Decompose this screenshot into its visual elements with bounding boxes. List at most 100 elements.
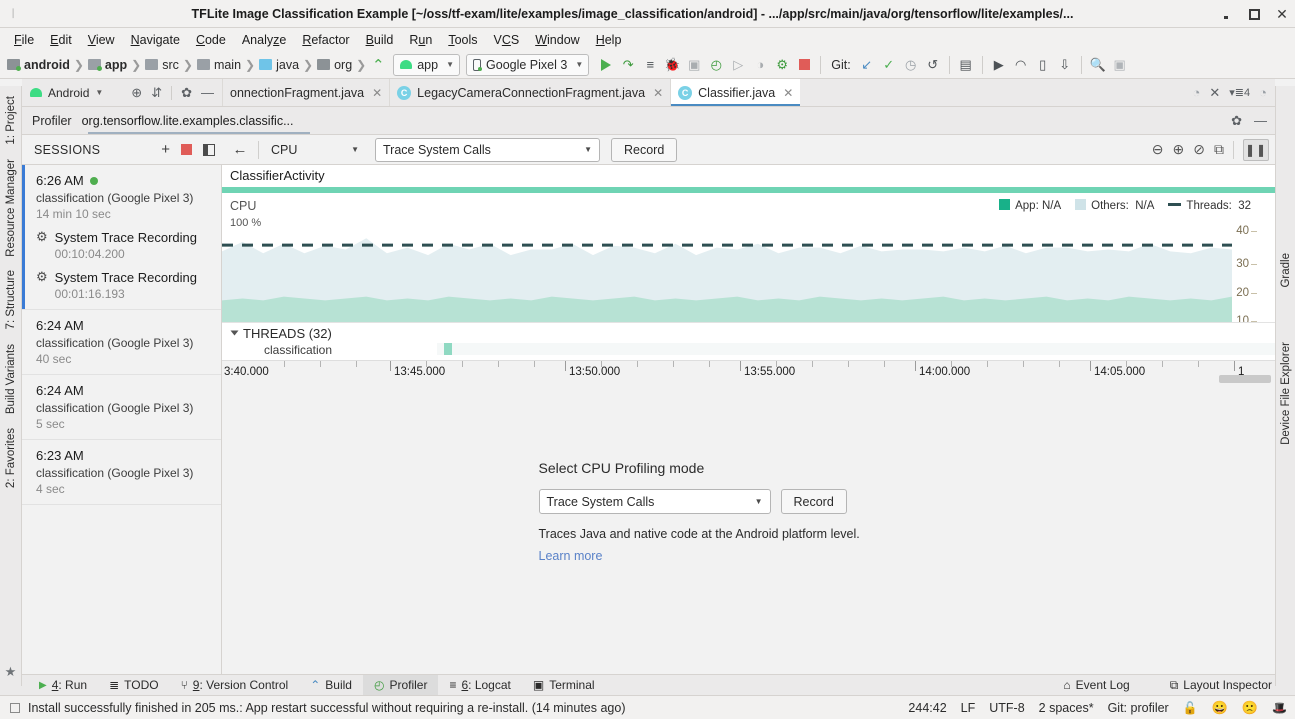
star-icon[interactable]: ★ <box>5 664 17 680</box>
collapse-sessions-panel-icon[interactable] <box>203 144 215 156</box>
maximize-icon[interactable] <box>1247 7 1261 21</box>
locate-icon[interactable]: ⊕ <box>131 85 142 101</box>
window-menu-icon[interactable]: ᛁ <box>0 8 26 20</box>
reset-zoom-icon[interactable]: ⊘ <box>1193 141 1205 158</box>
git-history-icon[interactable]: ◷ <box>900 54 922 76</box>
threads-section-header[interactable]: THREADS (32) <box>222 323 1275 343</box>
menu-navigate[interactable]: Navigate <box>123 31 188 49</box>
indent-setting[interactable]: 2 spaces* <box>1039 701 1094 715</box>
session-capture[interactable]: ⚙ System Trace Recording 00:10:04.200 <box>36 230 211 261</box>
gear-icon[interactable]: ✿ <box>181 85 192 101</box>
sidebar-item-device-file-explorer[interactable]: Device File Explorer <box>1277 335 1295 452</box>
zoom-in-icon[interactable]: ⊕ <box>1173 141 1185 158</box>
menu-file[interactable]: File <box>6 31 42 49</box>
breadcrumb-app[interactable]: app <box>85 58 130 72</box>
status-message-group[interactable]: Install successfully finished in 205 ms.… <box>10 701 626 715</box>
bottom-item-profiler[interactable]: ◴ Profiler <box>363 675 439 696</box>
lock-icon[interactable]: 🔓 <box>1183 701 1198 715</box>
breadcrumb-android[interactable]: android <box>4 58 73 72</box>
run-button[interactable] <box>595 54 617 76</box>
apply-changes-icon[interactable]: ↷ <box>617 54 639 76</box>
profiler-process[interactable]: org.tensorflow.lite.examples.classific..… <box>82 114 294 128</box>
back-arrow-icon[interactable]: ← <box>228 141 252 158</box>
frame-selection-icon[interactable]: ⧉ <box>1214 141 1224 158</box>
happy-face-icon[interactable]: 😀 <box>1212 700 1228 716</box>
close-icon[interactable]: ✕ <box>1209 85 1220 101</box>
preview-icon[interactable]: ◔ <box>1193 85 1201 100</box>
timeline-ruler[interactable]: 3:40.000 13:45.000 13:50.000 13:55.000 1… <box>222 360 1275 385</box>
add-session-button[interactable]: + <box>161 142 170 157</box>
stop-debug-icon[interactable]: ◑ <box>749 54 771 76</box>
minimize-icon[interactable] <box>1219 7 1233 21</box>
stop-session-button[interactable] <box>181 144 192 155</box>
session-item[interactable]: 6:26 AM classification (Google Pixel 3) … <box>22 165 221 310</box>
sync-project-icon[interactable]: ⚙ <box>771 54 793 76</box>
preview-icon-2[interactable]: ◔ <box>1259 85 1267 100</box>
tab-classifier[interactable]: C Classifier.java ✕ <box>670 79 800 106</box>
git-commit-icon[interactable]: ✓ <box>878 54 900 76</box>
tab-list-icon[interactable]: ▾≣4 <box>1229 86 1250 99</box>
menu-build[interactable]: Build <box>358 31 402 49</box>
sdk-manager-icon[interactable]: ▤ <box>955 54 977 76</box>
session-item[interactable]: 6:24 AM classification (Google Pixel 3) … <box>22 375 221 440</box>
menu-code[interactable]: Code <box>188 31 234 49</box>
close-icon[interactable]: ✕ <box>653 86 663 100</box>
bottom-item-terminal[interactable]: ▣ Terminal <box>522 675 606 696</box>
menu-analyze[interactable]: Analyze <box>234 31 294 49</box>
menu-tools[interactable]: Tools <box>440 31 485 49</box>
close-icon[interactable]: ✕ <box>1275 7 1289 21</box>
session-capture[interactable]: ⚙ System Trace Recording 00:01:16.193 <box>36 270 211 301</box>
debug-icon[interactable]: 🐞 <box>661 54 683 76</box>
pause-icon[interactable]: ❚❚ <box>1243 139 1269 161</box>
device-file-explorer-icon[interactable]: ▯ <box>1032 54 1054 76</box>
bottom-item-event-log[interactable]: ⌂ Event Log <box>1052 675 1140 696</box>
sidebar-item-project[interactable]: 1: Project <box>2 89 20 152</box>
caret-position[interactable]: 244:42 <box>908 701 946 715</box>
menu-view[interactable]: View <box>80 31 123 49</box>
bottom-item-build[interactable]: ⌃ Build <box>299 675 363 696</box>
menu-edit[interactable]: Edit <box>42 31 80 49</box>
run-configuration-combo[interactable]: app ▼ <box>393 54 460 76</box>
avatar[interactable]: ▣ <box>1109 54 1131 76</box>
learn-more-link[interactable]: Learn more <box>539 549 959 563</box>
gear-icon[interactable]: ✿ <box>1231 113 1242 129</box>
sad-face-icon[interactable]: 🙁 <box>1242 700 1258 716</box>
bottom-item-todo[interactable]: ≣ TODO <box>98 675 170 696</box>
record-button[interactable]: Record <box>611 138 677 162</box>
horizontal-scrollbar[interactable] <box>1219 375 1271 383</box>
bottom-item-run[interactable]: ▶ 4: Run <box>28 675 98 696</box>
line-separator[interactable]: LF <box>961 701 976 715</box>
undo-icon[interactable]: ↺ <box>922 54 944 76</box>
session-item[interactable]: 6:24 AM classification (Google Pixel 3) … <box>22 310 221 375</box>
profiling-mode-combo[interactable]: Trace System Calls ▼ <box>539 489 771 514</box>
zoom-out-icon[interactable]: ⊖ <box>1152 141 1164 158</box>
sidebar-item-structure[interactable]: 7: Structure <box>2 263 20 336</box>
breadcrumb-org[interactable]: org <box>314 58 355 72</box>
bottom-item-logcat[interactable]: ≡ 6: Logcat <box>438 675 521 696</box>
sidebar-item-favorites[interactable]: 2: Favorites <box>2 421 20 495</box>
git-update-icon[interactable]: ↙ <box>856 54 878 76</box>
menu-refactor[interactable]: Refactor <box>294 31 357 49</box>
session-item[interactable]: 6:23 AM classification (Google Pixel 3) … <box>22 440 221 505</box>
hide-icon[interactable]: — <box>201 85 214 100</box>
project-pane-selector[interactable]: Android ▼ ⊕ ⇵ ✿ — <box>22 79 222 106</box>
stop-button[interactable] <box>793 54 815 76</box>
attach-debugger-icon[interactable]: ▣ <box>683 54 705 76</box>
menu-vcs[interactable]: VCS <box>486 31 528 49</box>
record-button-center[interactable]: Record <box>781 489 847 514</box>
download-icon[interactable]: ⇩ <box>1054 54 1076 76</box>
tab-camera-connection-fragment[interactable]: onnectionFragment.java ✕ <box>222 79 389 106</box>
sidebar-item-build-variants[interactable]: Build Variants <box>2 337 20 421</box>
cpu-usage-chart[interactable]: CPU 100 % App: N/A Others: N/A Threads: … <box>222 193 1275 323</box>
bottom-item-version-control[interactable]: ⑂ 9: Version Control <box>170 675 300 696</box>
apply-code-changes-icon[interactable]: ≡ <box>639 54 661 76</box>
collapse-all-icon[interactable]: ⇵ <box>151 85 162 101</box>
hat-icon[interactable]: 🎩 <box>1272 701 1287 715</box>
close-icon[interactable]: ✕ <box>372 86 382 100</box>
profiler-toolbar-icon[interactable]: ◠ <box>1010 54 1032 76</box>
build-hammer-icon[interactable]: ⌃ <box>367 54 389 76</box>
tab-legacy-camera-connection-fragment[interactable]: C LegacyCameraConnectionFragment.java ✕ <box>389 79 670 106</box>
avd-manager-icon[interactable]: ▶ <box>988 54 1010 76</box>
trace-mode-combo[interactable]: Trace System Calls ▼ <box>375 138 600 162</box>
menu-run[interactable]: Run <box>401 31 440 49</box>
